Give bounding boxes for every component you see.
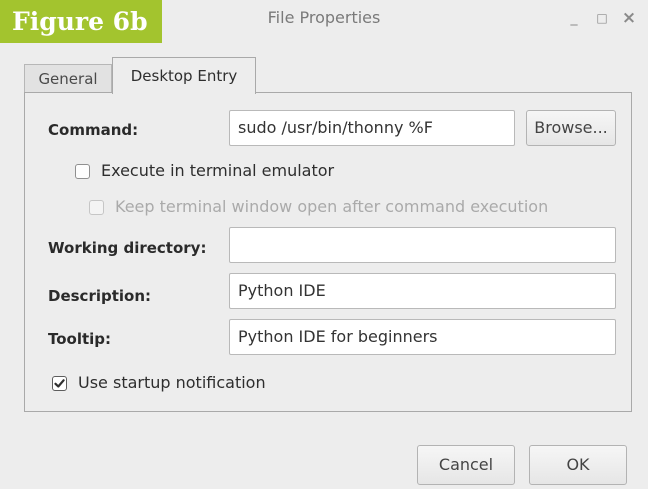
maximize-icon[interactable]: □ — [594, 10, 610, 26]
description-label: Description: — [48, 287, 152, 305]
working-directory-input[interactable] — [229, 227, 616, 263]
description-input[interactable]: Python IDE — [229, 273, 616, 309]
keep-terminal-open-label: Keep terminal window open after command … — [115, 197, 549, 216]
working-directory-label: Working directory: — [48, 239, 207, 257]
figure-label: Figure 6b — [0, 0, 162, 43]
execute-in-terminal-checkbox[interactable] — [75, 164, 90, 179]
tab-general[interactable]: General — [24, 64, 112, 93]
startup-notification-checkbox[interactable] — [52, 376, 67, 391]
keep-terminal-open-checkbox — [89, 200, 104, 215]
startup-notification-label: Use startup notification — [78, 373, 266, 392]
desktop-entry-panel: Command: sudo /usr/bin/thonny %F Browse.… — [24, 92, 632, 412]
browse-button[interactable]: Browse... — [526, 110, 616, 146]
close-icon[interactable]: × — [621, 10, 637, 27]
ok-button[interactable]: OK — [529, 445, 627, 485]
file-properties-dialog: File Properties _ □ × Figure 6b General … — [0, 0, 648, 489]
execute-in-terminal-label: Execute in terminal emulator — [101, 161, 335, 180]
tooltip-input[interactable]: Python IDE for beginners — [229, 319, 616, 355]
tab-desktop-entry[interactable]: Desktop Entry — [112, 57, 256, 94]
cancel-button[interactable]: Cancel — [417, 445, 515, 485]
checkmark-icon — [54, 379, 65, 388]
tooltip-label: Tooltip: — [48, 330, 112, 348]
minimize-icon[interactable]: _ — [566, 10, 582, 26]
command-label: Command: — [48, 121, 139, 139]
command-input[interactable]: sudo /usr/bin/thonny %F — [229, 110, 515, 146]
